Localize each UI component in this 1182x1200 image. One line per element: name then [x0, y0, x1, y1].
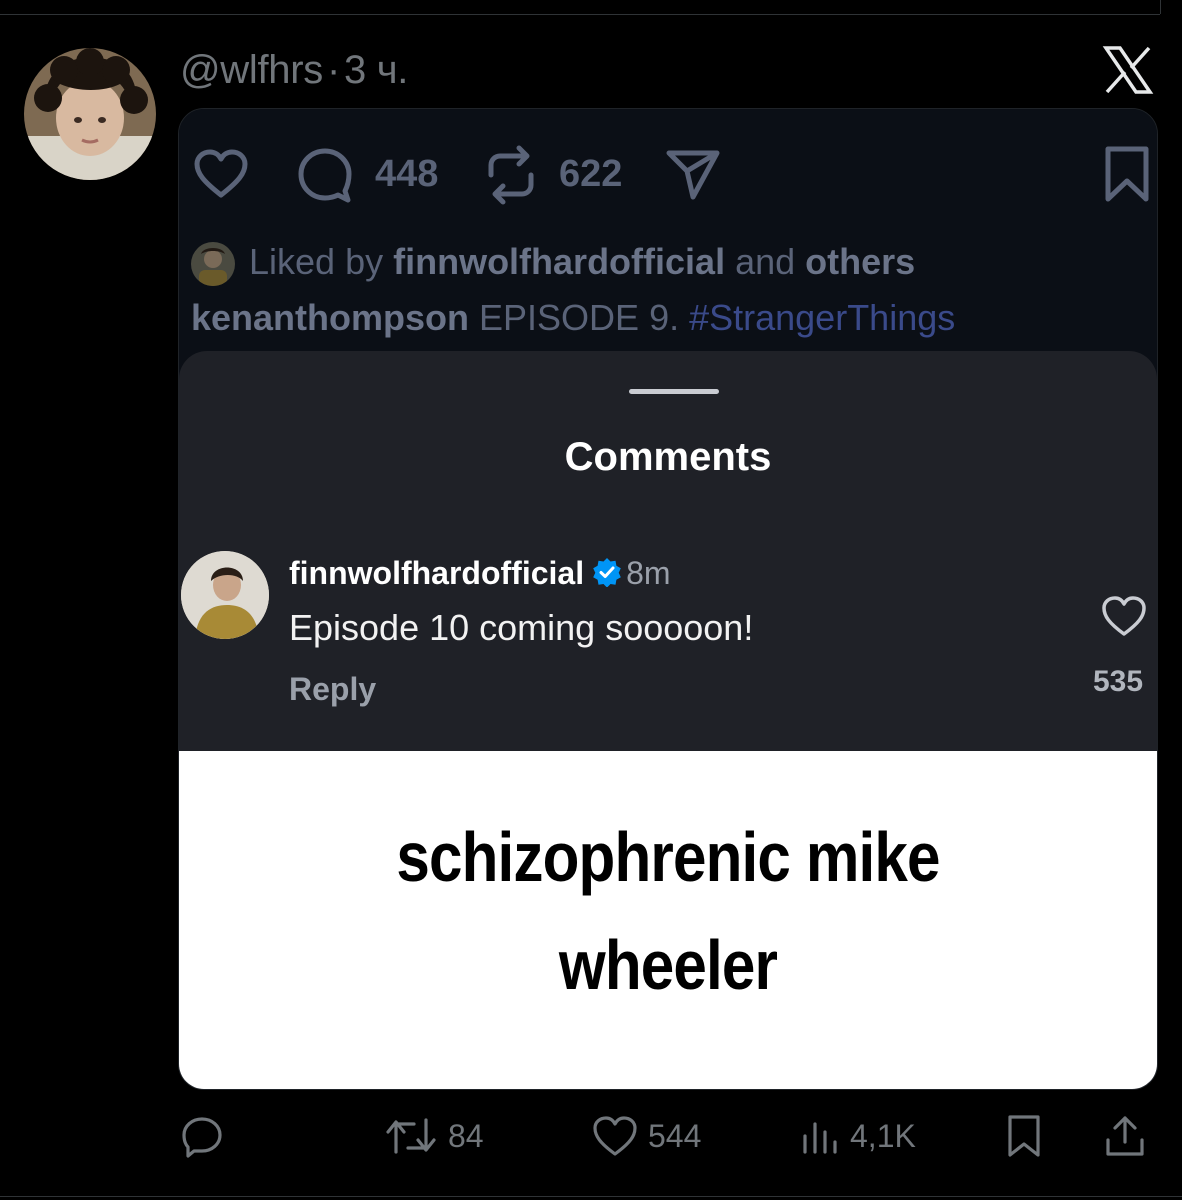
repost-action[interactable]: 84: [384, 1112, 484, 1160]
post-caption: kenanthompson EPISODE 9. #StrangerThings: [191, 297, 955, 339]
like-count: 544: [648, 1117, 702, 1154]
repost-count: 84: [448, 1117, 484, 1154]
bookmark-action[interactable]: [1006, 1112, 1042, 1160]
tweet-bookmark-icon: [1006, 1114, 1042, 1158]
repost-icon[interactable]: [483, 145, 539, 210]
liked-by-avatar: [191, 242, 235, 287]
frame-divider-right: [1160, 0, 1161, 14]
sheet-drag-handle[interactable]: [629, 389, 719, 394]
caption-hashtag[interactable]: #StrangerThings: [689, 297, 955, 338]
liked-by-user[interactable]: finnwolfhardofficial: [393, 241, 725, 282]
comment-time: 8m: [626, 555, 671, 591]
comment-icon[interactable]: [297, 147, 353, 208]
frame-divider: [0, 14, 1160, 15]
tweet-time[interactable]: 3 ч.: [344, 48, 408, 92]
share-icon[interactable]: [665, 147, 721, 206]
meme-caption: schizophrenic mike wheeler: [247, 803, 1088, 1019]
author-handle[interactable]: @wlfhrs: [180, 48, 323, 92]
meme-caption-panel: schizophrenic mike wheeler: [179, 751, 1157, 1089]
comment-avatar[interactable]: [181, 551, 269, 639]
comments-sheet: Comments finnwolfhardofficial 8m Episode …: [179, 351, 1157, 751]
frame-divider-bottom: [0, 1196, 1182, 1197]
reposts-count: 622: [559, 153, 623, 195]
comment-like-heart-icon[interactable]: [1101, 595, 1147, 641]
comment-username[interactable]: finnwolfhardofficial: [289, 555, 584, 591]
verified-icon: [592, 557, 622, 595]
comments-title: Comments: [564, 435, 772, 479]
comment-header: finnwolfhardofficial 8m: [289, 555, 671, 595]
views-action[interactable]: 4,1K: [800, 1112, 916, 1160]
author-avatar[interactable]: [24, 48, 156, 180]
comment-text: Episode 10 coming sooooon!: [289, 607, 754, 648]
meme-line-1: schizophrenic mike: [396, 818, 940, 896]
liked-by-prefix: Liked by: [249, 241, 394, 282]
instagram-post-footer: 448 622 Liked by finnwolfhardofficial an…: [179, 109, 1157, 369]
liked-by-and: and: [725, 241, 806, 282]
liked-by-others[interactable]: others: [805, 241, 915, 282]
share-action[interactable]: [1104, 1112, 1146, 1160]
reply-icon: [180, 1114, 224, 1158]
caption-text: EPISODE 9.: [469, 297, 690, 338]
close-x-icon[interactable]: [1100, 42, 1156, 98]
retweet-icon: [384, 1114, 438, 1158]
views-icon: [800, 1116, 840, 1156]
upload-icon: [1104, 1114, 1146, 1158]
heart-icon[interactable]: [193, 149, 249, 204]
comments-count: 448: [375, 153, 439, 195]
comment-like-count: 535: [1093, 665, 1144, 698]
reply-button[interactable]: Reply: [289, 671, 376, 708]
meme-line-2: wheeler: [558, 926, 778, 1004]
like-action[interactable]: 544: [592, 1112, 701, 1160]
bookmark-icon[interactable]: [1103, 145, 1151, 208]
tweet-media-card[interactable]: 448 622 Liked by finnwolfhardofficial an…: [178, 108, 1158, 1090]
tweet-header: @wlfhrs · 3 ч.: [180, 48, 408, 93]
liked-by-row: Liked by finnwolfhardofficial and others: [191, 241, 915, 291]
header-separator: ·: [326, 48, 340, 92]
like-heart-icon: [592, 1115, 638, 1157]
views-count: 4,1K: [850, 1117, 916, 1154]
caption-user[interactable]: kenanthompson: [191, 297, 469, 338]
reply-action[interactable]: [180, 1112, 224, 1160]
